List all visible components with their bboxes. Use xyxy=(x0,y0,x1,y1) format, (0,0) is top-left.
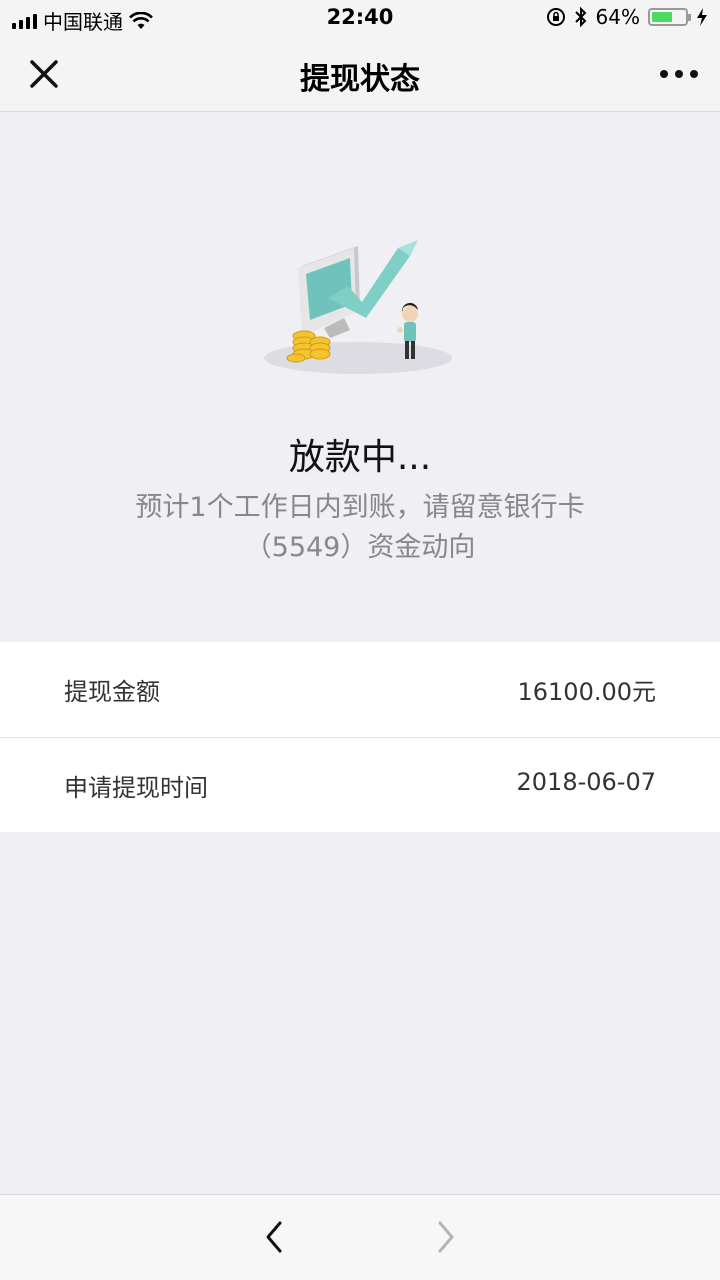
navigation-bar: 提现状态 xyxy=(0,36,720,112)
status-bar-right: 64% xyxy=(546,5,708,29)
page-title: 提现状态 xyxy=(300,62,420,97)
bluetooth-icon xyxy=(574,7,586,27)
chevron-left-icon[interactable] xyxy=(258,1217,290,1257)
charging-icon xyxy=(697,8,707,26)
transfer-illustration xyxy=(264,240,452,374)
more-icon[interactable] xyxy=(660,70,698,78)
detail-row-time: 申请提现时间 2018-06-07 xyxy=(0,737,720,832)
status-description: 预计1个工作日内到账，请留意银行卡（5549）资金动向 xyxy=(135,492,585,563)
battery-level xyxy=(652,12,672,22)
detail-label: 提现金额 xyxy=(64,678,160,706)
chevron-right-icon[interactable] xyxy=(430,1217,462,1257)
orientation-lock-icon xyxy=(546,8,565,26)
status-bar: 中国联通 22:40 64% xyxy=(0,0,720,36)
status-title: 放款中... xyxy=(288,437,432,478)
bottom-toolbar xyxy=(0,1194,720,1280)
detail-label: 申请提现时间 xyxy=(64,774,208,802)
detail-row-amount: 提现金额 16100.00元 xyxy=(0,642,720,737)
battery-percent: 64% xyxy=(595,5,640,29)
withdrawal-details: 提现金额 16100.00元 申请提现时间 2018-06-07 xyxy=(0,642,720,832)
detail-value: 16100.00元 xyxy=(517,678,656,706)
detail-value: 2018-06-07 xyxy=(516,768,656,796)
battery-icon xyxy=(648,8,691,26)
